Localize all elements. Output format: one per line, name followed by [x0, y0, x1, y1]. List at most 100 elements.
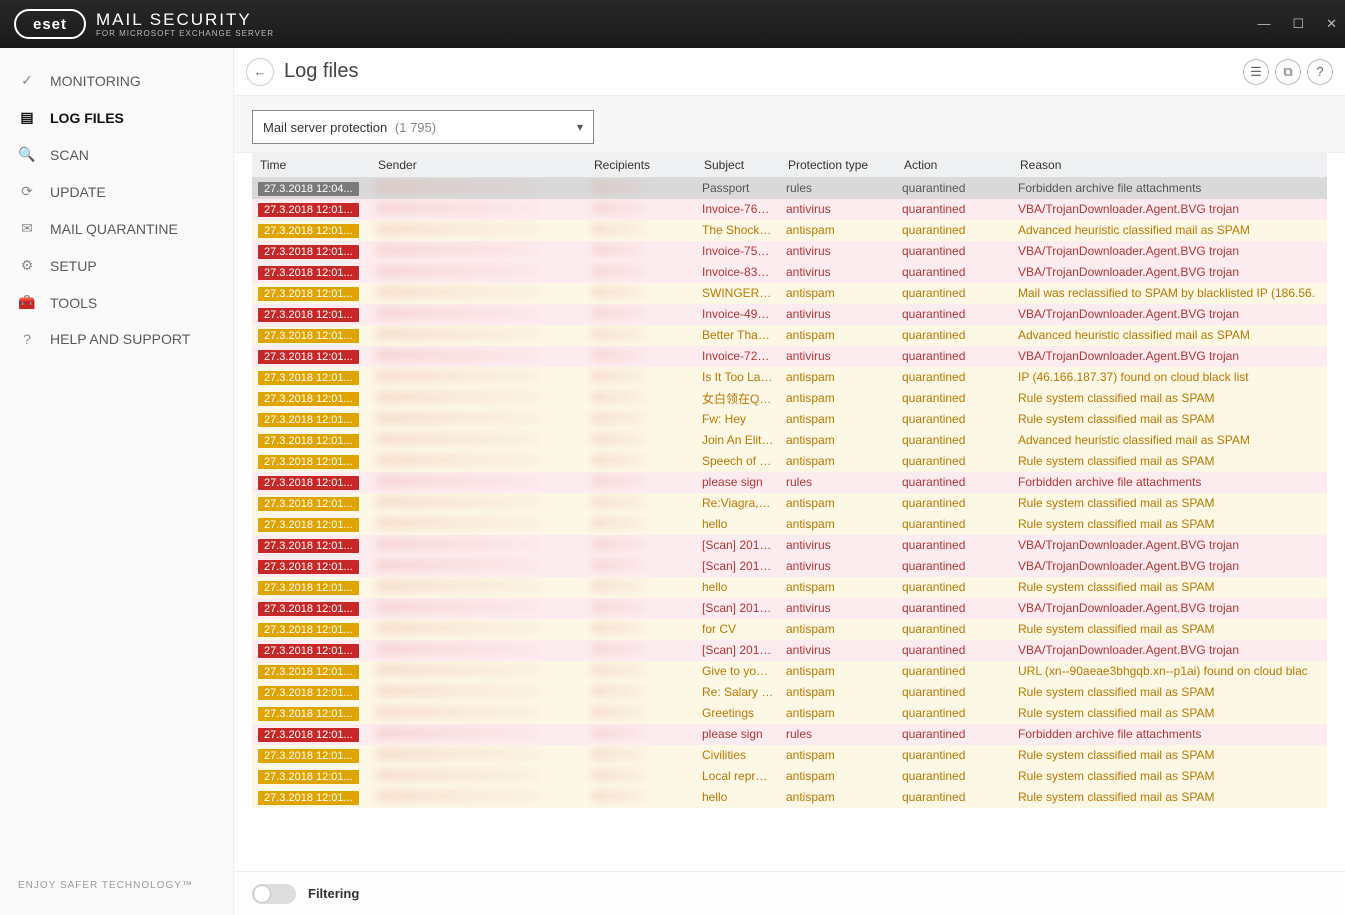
- time-cell: 27.3.2018 12:01...: [258, 308, 359, 322]
- action-cell: quarantined: [896, 472, 1012, 493]
- copy-button[interactable]: ⧉: [1275, 59, 1301, 85]
- col-sender[interactable]: Sender: [370, 153, 586, 178]
- table-row[interactable]: 27.3.2018 12:01...Invoice-83199...antivi…: [252, 262, 1327, 283]
- log-table-scroll[interactable]: Time Sender Recipients Subject Protectio…: [234, 153, 1345, 871]
- copy-icon: ⧉: [1283, 64, 1292, 80]
- action-cell: quarantined: [896, 577, 1012, 598]
- table-row[interactable]: 27.3.2018 12:01...[Scan] 2016-10...antiv…: [252, 640, 1327, 661]
- subject-cell: Re:Viagra,Ciali...: [696, 493, 780, 514]
- nav-help[interactable]: ?HELP AND SUPPORT: [0, 321, 233, 357]
- time-cell: 27.3.2018 12:01...: [258, 749, 359, 763]
- time-cell: 27.3.2018 12:01...: [258, 287, 359, 301]
- subject-cell: Invoice-49653...: [696, 304, 780, 325]
- subject-cell: Invoice-72692...: [696, 346, 780, 367]
- sender-cell-redacted: [376, 622, 539, 634]
- subject-cell: [Scan] 2016-10...: [696, 556, 780, 577]
- table-row[interactable]: 27.3.2018 12:01...[Scan] 2016-10...antiv…: [252, 556, 1327, 577]
- table-row[interactable]: 27.3.2018 12:01...for CVantispamquaranti…: [252, 619, 1327, 640]
- reason-cell: Advanced heuristic classified mail as SP…: [1012, 430, 1327, 451]
- table-header-row: Time Sender Recipients Subject Protectio…: [252, 153, 1327, 178]
- back-button[interactable]: ←: [246, 58, 274, 86]
- table-row[interactable]: 27.3.2018 12:01...Better Than M...antisp…: [252, 325, 1327, 346]
- table-row[interactable]: 27.3.2018 12:04...Passportrulesquarantin…: [252, 178, 1327, 199]
- view-toggle-button[interactable]: ☰: [1243, 59, 1269, 85]
- col-subject[interactable]: Subject: [696, 153, 780, 178]
- table-row[interactable]: 27.3.2018 12:01...Local represen...antis…: [252, 766, 1327, 787]
- window-minimize-icon[interactable]: —: [1257, 16, 1270, 32]
- table-row[interactable]: 27.3.2018 12:01...SWINGERSINB...antispam…: [252, 283, 1327, 304]
- protection-cell: antispam: [780, 703, 896, 724]
- col-recipients[interactable]: Recipients: [586, 153, 696, 178]
- subject-cell: Local represen...: [696, 766, 780, 787]
- table-row[interactable]: 27.3.2018 12:01...Re: Salary [$90...anti…: [252, 682, 1327, 703]
- filtering-toggle[interactable]: [252, 884, 296, 904]
- nav-setup[interactable]: ⚙SETUP: [0, 247, 233, 284]
- reason-cell: Rule system classified mail as SPAM: [1012, 577, 1327, 598]
- table-row[interactable]: 27.3.2018 12:01...[Scan] 2016-10...antiv…: [252, 598, 1327, 619]
- nav-log-files[interactable]: ▤LOG FILES: [0, 99, 233, 136]
- col-time[interactable]: Time: [252, 153, 370, 178]
- nav-mail-quarantine-icon: ✉: [18, 220, 36, 237]
- nav-mail-quarantine[interactable]: ✉MAIL QUARANTINE: [0, 210, 233, 247]
- table-row[interactable]: 27.3.2018 12:01...Join An Elite N...anti…: [252, 430, 1327, 451]
- nav-tools[interactable]: 🧰TOOLS: [0, 284, 233, 321]
- table-row[interactable]: 27.3.2018 12:01...Fw: Heyantispamquarant…: [252, 409, 1327, 430]
- table-row[interactable]: 27.3.2018 12:01...Is It Too Late T...ant…: [252, 367, 1327, 388]
- reason-cell: Rule system classified mail as SPAM: [1012, 766, 1327, 787]
- table-row[interactable]: 27.3.2018 12:01...Speech of wel...antisp…: [252, 451, 1327, 472]
- nav-monitoring[interactable]: ✓MONITORING: [0, 62, 233, 99]
- window-close-icon[interactable]: ✕: [1326, 16, 1337, 32]
- protection-cell: antispam: [780, 493, 896, 514]
- table-row[interactable]: 27.3.2018 12:01...Re:Viagra,Ciali...anti…: [252, 493, 1327, 514]
- filtering-label: Filtering: [308, 886, 359, 901]
- subject-cell: Better Than M...: [696, 325, 780, 346]
- time-cell: 27.3.2018 12:01...: [258, 560, 359, 574]
- protection-cell: antispam: [780, 388, 896, 409]
- table-row[interactable]: 27.3.2018 12:01...helloantispamquarantin…: [252, 787, 1327, 808]
- help-button[interactable]: ?: [1307, 59, 1333, 85]
- reason-cell: Rule system classified mail as SPAM: [1012, 787, 1327, 808]
- action-cell: quarantined: [896, 640, 1012, 661]
- col-protection-type[interactable]: Protection type: [780, 153, 896, 178]
- nav-scan[interactable]: 🔍SCAN: [0, 136, 233, 173]
- nav-update[interactable]: ⟳UPDATE: [0, 173, 233, 210]
- sender-cell-redacted: [376, 706, 539, 718]
- reason-cell: VBA/TrojanDownloader.Agent.BVG trojan: [1012, 598, 1327, 619]
- recipients-cell-redacted: [592, 265, 646, 277]
- reason-cell: VBA/TrojanDownloader.Agent.BVG trojan: [1012, 556, 1327, 577]
- table-row[interactable]: 27.3.2018 12:01...helloantispamquarantin…: [252, 577, 1327, 598]
- protection-cell: rules: [780, 178, 896, 199]
- table-row[interactable]: 27.3.2018 12:01...Invoice-49653...antivi…: [252, 304, 1327, 325]
- table-row[interactable]: 27.3.2018 12:01...Civilitiesantispamquar…: [252, 745, 1327, 766]
- col-action[interactable]: Action: [896, 153, 1012, 178]
- table-row[interactable]: 27.3.2018 12:01...helloantispamquarantin…: [252, 514, 1327, 535]
- sender-cell-redacted: [376, 727, 539, 739]
- action-cell: quarantined: [896, 346, 1012, 367]
- protection-cell: antispam: [780, 577, 896, 598]
- table-row[interactable]: 27.3.2018 12:01...[Scan] 2016-10...antiv…: [252, 535, 1327, 556]
- table-row[interactable]: 27.3.2018 12:01...please signrulesquaran…: [252, 724, 1327, 745]
- window-maximize-icon[interactable]: ☐: [1292, 16, 1304, 32]
- table-row[interactable]: 27.3.2018 12:01...Greetingsantispamquara…: [252, 703, 1327, 724]
- table-row[interactable]: 27.3.2018 12:01...please signrulesquaran…: [252, 472, 1327, 493]
- question-icon: ?: [1316, 64, 1323, 79]
- time-cell: 27.3.2018 12:01...: [258, 644, 359, 658]
- reason-cell: Rule system classified mail as SPAM: [1012, 682, 1327, 703]
- table-row[interactable]: 27.3.2018 12:01...Invoice-76218...antivi…: [252, 199, 1327, 220]
- table-row[interactable]: 27.3.2018 12:01...Invoice-72692...antivi…: [252, 346, 1327, 367]
- table-row[interactable]: 27.3.2018 12:01...女白领在QQ...antispamquara…: [252, 388, 1327, 409]
- subject-cell: for CV: [696, 619, 780, 640]
- brand-logo: eset MAIL SECURITY FOR MICROSOFT EXCHANG…: [14, 9, 274, 39]
- log-type-dropdown[interactable]: Mail server protection (1 795) ▾: [252, 110, 594, 144]
- reason-cell: Rule system classified mail as SPAM: [1012, 451, 1327, 472]
- table-row[interactable]: 27.3.2018 12:01...The Shocking ...antisp…: [252, 220, 1327, 241]
- col-reason[interactable]: Reason: [1012, 153, 1327, 178]
- log-table: Time Sender Recipients Subject Protectio…: [252, 153, 1327, 808]
- recipients-cell-redacted: [592, 706, 646, 718]
- subject-cell: [Scan] 2016-10...: [696, 640, 780, 661]
- recipients-cell-redacted: [592, 349, 646, 361]
- table-row[interactable]: 27.3.2018 12:01...Invoice-75305...antivi…: [252, 241, 1327, 262]
- sender-cell-redacted: [376, 496, 539, 508]
- table-row[interactable]: 27.3.2018 12:01...Give to your g...antis…: [252, 661, 1327, 682]
- recipients-cell-redacted: [592, 433, 646, 445]
